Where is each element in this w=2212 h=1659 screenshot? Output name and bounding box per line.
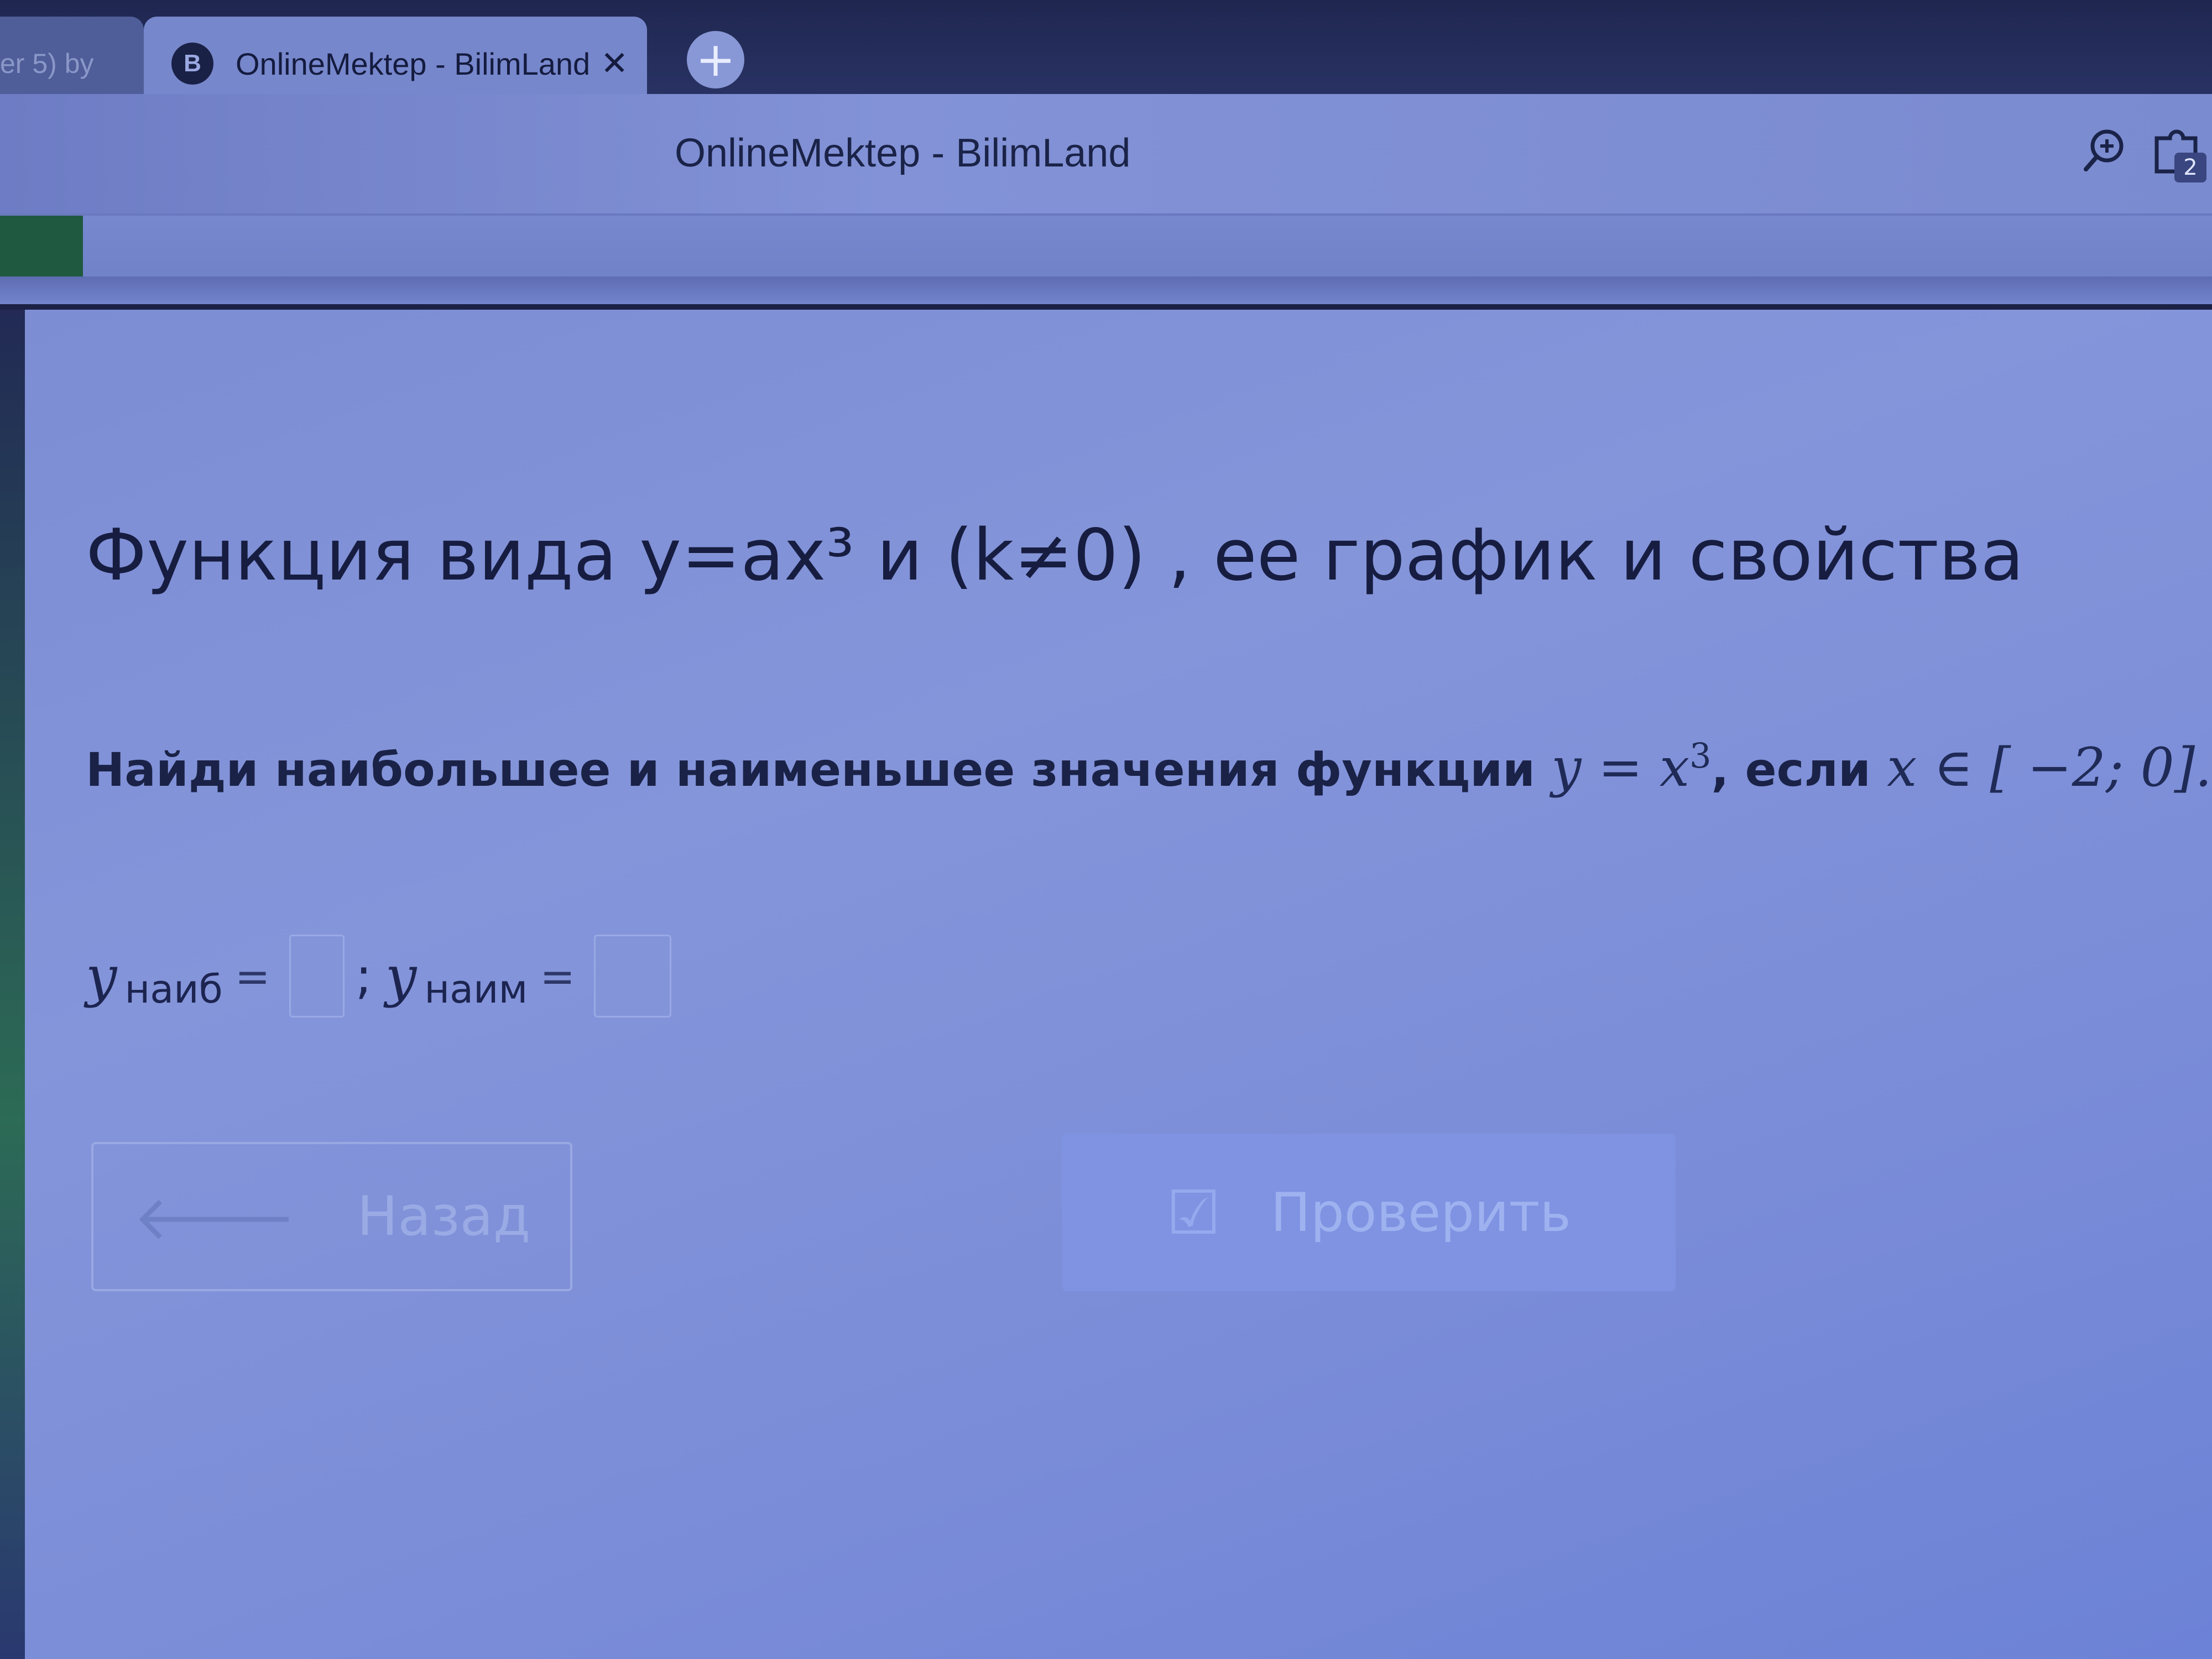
max-value-input[interactable] — [289, 935, 345, 1018]
min-value-input[interactable] — [594, 935, 671, 1018]
bilimland-favicon-icon: B — [171, 43, 213, 85]
page-title: Функция вида y=ax³ и (k≠0) , ее график и… — [86, 514, 2024, 597]
max-equals: = — [234, 951, 270, 1001]
zoom-in-icon[interactable] — [2079, 125, 2129, 175]
arrow-left-icon: 🡐 — [133, 1182, 296, 1253]
tab-previous-title: er 5) by — [0, 48, 94, 79]
window-title: OnlineMektep - BilimLand — [675, 131, 1131, 175]
min-subscript: наим — [424, 967, 528, 1012]
task-condition-word: , если — [1711, 743, 1871, 797]
function-base: y = x — [1551, 737, 1690, 799]
task-statement: Найди наибольшее и наименьшее значения ф… — [86, 735, 2212, 799]
extensions-button[interactable]: 2 — [2146, 116, 2206, 182]
tab-active-title: OnlineMektep - BilimLand — [236, 46, 591, 81]
header-divider — [0, 276, 2212, 304]
function-exponent: 3 — [1689, 735, 1712, 776]
min-variable: y — [385, 943, 417, 1009]
window-title-bar: OnlineMektep - BilimLand 2 — [0, 94, 2212, 216]
max-subscript: наиб — [124, 967, 223, 1012]
new-tab-button[interactable]: + — [687, 31, 744, 88]
answer-separator: ; — [355, 947, 372, 1005]
lesson-content: Функция вида y=ax³ и (k≠0) , ее график и… — [25, 310, 2212, 1659]
max-variable: y — [86, 943, 117, 1009]
min-equals: = — [540, 951, 575, 1001]
extension-badge: 2 — [2174, 153, 2206, 182]
back-button[interactable]: 🡐 Назад — [91, 1142, 572, 1291]
check-button-label: Проверить — [1270, 1181, 1571, 1244]
answer-row: y наиб = ; y наим = — [86, 929, 671, 1023]
check-button[interactable]: ☑ Проверить — [1062, 1134, 1676, 1291]
checkbox-icon: ☑ — [1166, 1177, 1221, 1248]
task-interval: x ∈ [ −2; 0]. — [1887, 737, 2212, 799]
left-rail — [0, 310, 25, 1659]
task-text: Найди наибольшее и наименьшее значения ф… — [86, 743, 1535, 797]
tab-close-icon[interactable]: ✕ — [601, 44, 628, 83]
task-function: y = x3 — [1551, 735, 1712, 799]
back-button-label: Назад — [357, 1185, 531, 1248]
